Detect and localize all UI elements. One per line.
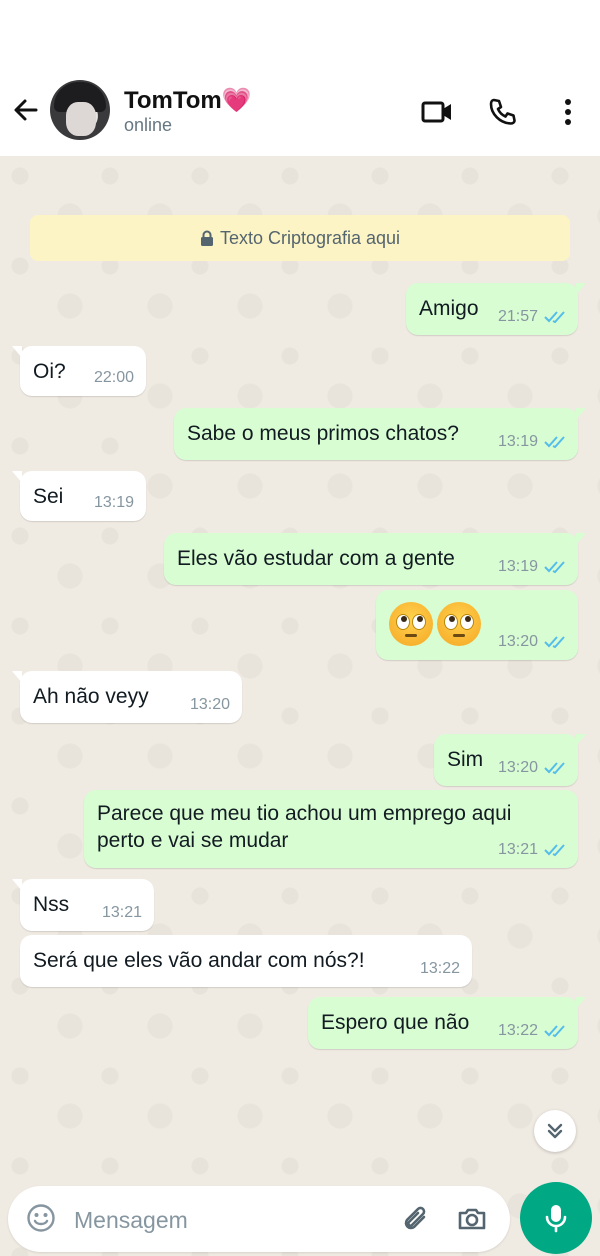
chat-header: TomTom💗 online <box>0 70 600 156</box>
message-input[interactable]: Mensagem <box>74 1207 188 1234</box>
message-outgoing[interactable]: Sabe o meus primos chatos? 13:19 <box>174 408 586 460</box>
paperclip-icon[interactable] <box>400 1203 432 1240</box>
message-time: 13:20 <box>497 759 538 776</box>
contact-status: online <box>124 115 173 135</box>
message-time: 13:19 <box>497 558 538 575</box>
message-incoming[interactable]: Nss 13:21 <box>12 879 154 931</box>
message-text: Sabe o meus primos chatos? <box>187 422 459 445</box>
message-outgoing[interactable]: Espero que não 13:22 <box>308 997 586 1049</box>
encryption-text: Texto Criptografia aqui <box>219 227 401 248</box>
message-time: 22:00 <box>93 369 134 386</box>
message-meta: 13:22 <box>420 960 460 978</box>
message-meta: 13:19 <box>94 494 134 512</box>
arrow-left-icon[interactable] <box>10 94 42 126</box>
face-with-rolling-eyes-icon <box>437 602 481 646</box>
message-meta: 13:22 <box>498 1022 566 1040</box>
message-outgoing[interactable]: Sim 13:20 <box>434 734 586 786</box>
status-bar <box>0 0 600 70</box>
double-check-icon <box>544 844 565 857</box>
message-meta: 13:20 <box>190 696 230 714</box>
lock-icon <box>200 230 213 246</box>
video-camera-icon[interactable] <box>420 96 452 128</box>
message-text: Será que eles vão andar com nós?! <box>33 949 365 972</box>
message-line-1: Parece que meu tio achou um emprego aqui <box>97 802 512 825</box>
avatar-face <box>66 102 96 136</box>
emoji-row <box>389 602 485 646</box>
message-text: Sim <box>447 748 484 771</box>
double-check-icon <box>544 311 565 324</box>
message-time: 13:22 <box>497 1022 538 1039</box>
encryption-banner[interactable]: Texto Criptografia aqui <box>30 215 570 261</box>
message-meta: 13:21 <box>498 841 566 859</box>
message-text: Oi? <box>33 360 66 383</box>
message-text: Eles vão estudar com a gente <box>177 547 455 570</box>
message-time: 13:20 <box>497 633 538 650</box>
message-time: 13:21 <box>101 904 142 921</box>
double-check-icon <box>544 636 565 649</box>
message-line-2: perto e vai se mudar <box>97 829 289 852</box>
message-time: 13:19 <box>93 494 134 511</box>
avatar[interactable] <box>50 80 110 140</box>
message-time: 13:22 <box>419 960 460 977</box>
message-incoming[interactable]: Oi? 22:00 <box>12 346 146 396</box>
message-meta: 22:00 <box>94 369 134 387</box>
message-meta: 13:20 <box>498 759 566 777</box>
message-text: Sei <box>33 485 64 508</box>
microphone-icon <box>545 1205 567 1233</box>
message-composer[interactable]: Mensagem <box>8 1186 510 1252</box>
microphone-button[interactable] <box>520 1182 592 1254</box>
double-check-icon <box>544 561 565 574</box>
message-time: 13:21 <box>497 841 538 858</box>
message-meta: 13:19 <box>498 558 566 576</box>
message-meta: 21:57 <box>498 308 566 326</box>
more-vertical-icon[interactable] <box>552 96 584 128</box>
message-meta: 13:20 <box>498 633 566 651</box>
message-meta: 13:21 <box>102 904 142 922</box>
phone-icon[interactable] <box>486 96 518 128</box>
message-outgoing[interactable]: Eles vão estudar com a gente 13:19 <box>164 533 586 585</box>
message-text: Espero que não <box>321 1011 470 1034</box>
face-with-rolling-eyes-icon <box>389 602 433 646</box>
message-text: Parece que meu tio achou um emprego aqui… <box>97 800 511 854</box>
message-incoming[interactable]: Sei 13:19 <box>12 471 146 521</box>
message-time: 13:19 <box>497 433 538 450</box>
double-check-icon <box>544 436 565 449</box>
scroll-to-bottom-button[interactable] <box>534 1110 576 1152</box>
message-text: Nss <box>33 893 70 916</box>
message-incoming[interactable]: Será que eles vão andar com nós?! 13:22 <box>20 935 472 987</box>
contact-name[interactable]: TomTom💗 <box>124 86 252 115</box>
double-check-icon <box>544 762 565 775</box>
double-check-icon <box>544 1025 565 1038</box>
message-text: Amigo <box>419 297 479 320</box>
message-incoming[interactable]: Ah não veyy 13:20 <box>12 671 242 723</box>
message-text: Ah não veyy <box>33 685 149 708</box>
message-outgoing[interactable]: Parece que meu tio achou um emprego aqui… <box>84 790 578 868</box>
smiley-icon[interactable] <box>26 1203 56 1238</box>
message-time: 21:57 <box>497 308 538 325</box>
message-time: 13:20 <box>189 696 230 713</box>
camera-icon[interactable] <box>456 1203 488 1240</box>
message-outgoing[interactable]: Amigo 21:57 <box>406 283 586 335</box>
message-meta: 13:19 <box>498 433 566 451</box>
message-outgoing-emoji[interactable]: 13:20 <box>376 590 578 660</box>
double-chevron-down-icon <box>547 1123 563 1139</box>
